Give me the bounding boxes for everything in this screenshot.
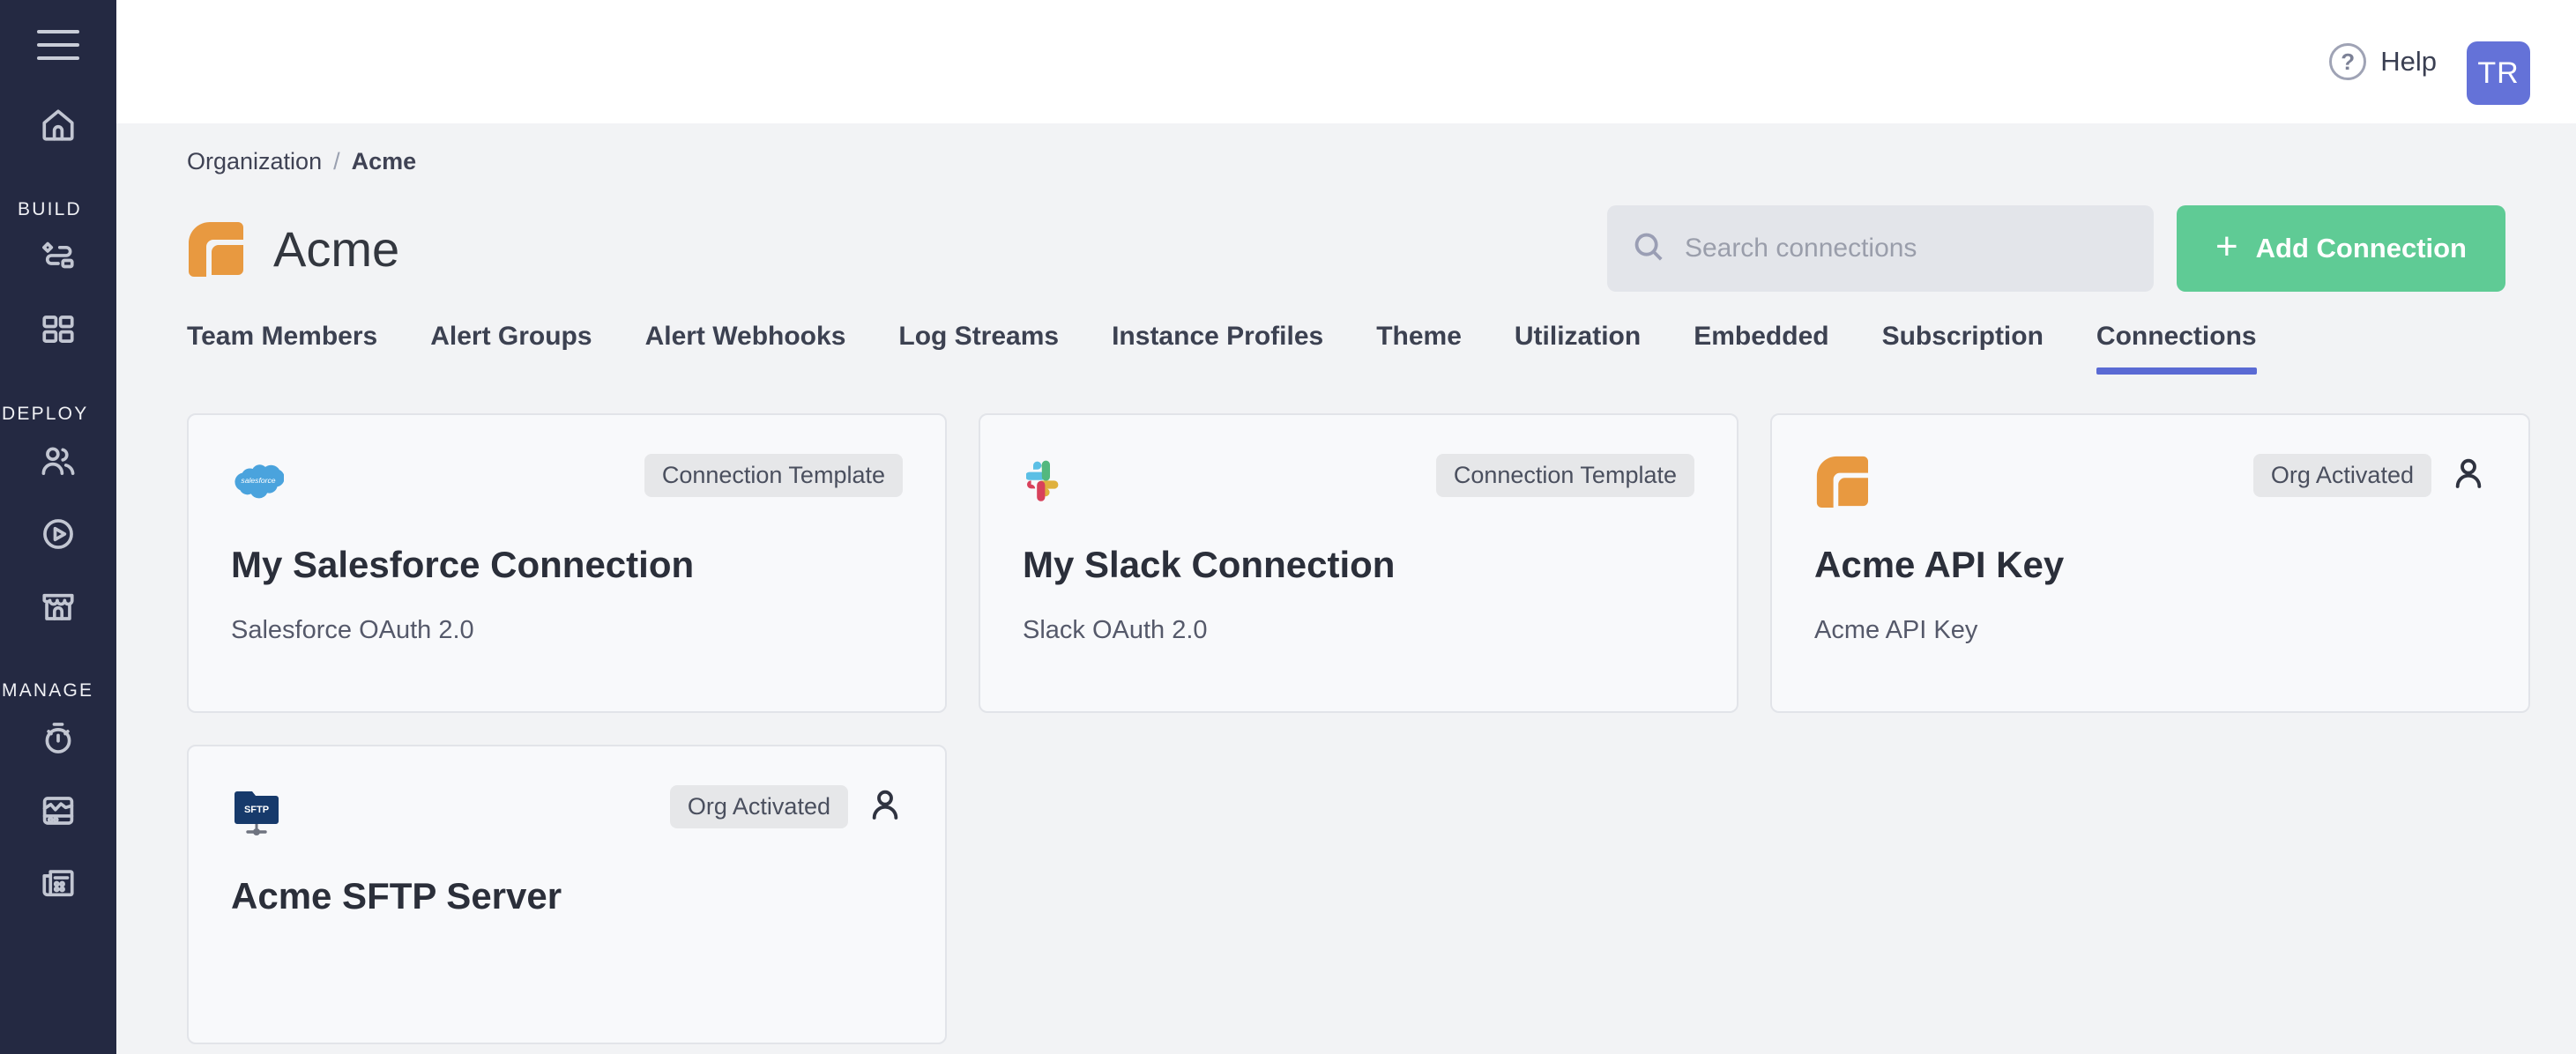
sidebar-section-deploy: DEPLOY [0,404,116,425]
status-badge: Org Activated [2253,454,2431,497]
salesforce-logo-icon: salesforce [231,454,286,508]
play-circle-icon [40,516,77,557]
tab-alert-groups[interactable]: Alert Groups [430,322,592,375]
tab-subscription[interactable]: Subscription [1882,322,2044,375]
search-icon [1632,230,1665,268]
hamburger-icon[interactable] [37,30,79,60]
tab-embedded[interactable]: Embedded [1694,322,1828,375]
sidebar-item-monitoring[interactable] [32,786,85,839]
help-label: Help [2380,46,2437,78]
title-left: Acme [187,220,399,278]
page-header: Organization / Acme Acme [116,123,2576,375]
card-title: Acme API Key [1814,544,2486,586]
question-circle-icon: ? [2329,43,2366,80]
avatar[interactable]: TR [2467,41,2530,105]
page-title: Acme [273,220,399,278]
connection-card[interactable]: SFTP Org Activated [187,745,947,1044]
tab-log-streams[interactable]: Log Streams [898,322,1059,375]
sidebar-item-customers[interactable] [32,437,85,490]
sidebar-item-integrations[interactable] [32,233,85,286]
acme-logo-icon [187,220,243,277]
sidebar-item-runtime[interactable] [32,714,85,767]
user-icon [867,787,903,827]
slack-logo-icon [1023,454,1077,508]
tab-theme[interactable]: Theme [1376,322,1462,375]
sftp-logo-icon: SFTP [231,785,286,840]
breadcrumb-current: Acme [352,148,417,175]
sidebar-item-logs[interactable] [32,858,85,911]
breadcrumb: Organization / Acme [187,148,2530,175]
tab-connections[interactable]: Connections [2096,322,2257,375]
sidebar-section-manage: MANAGE [0,680,116,701]
status-badge: Org Activated [670,785,848,828]
title-row: Acme + Add Connection [187,205,2530,292]
grid-icon [40,311,77,353]
tab-bar: Team Members Alert Groups Alert Webhooks… [187,322,2530,375]
card-header: SFTP Org Activated [231,785,903,840]
user-icon [2451,456,2486,495]
sidebar-item-marketplace[interactable] [32,582,85,635]
status-badge: Connection Template [1436,454,1694,497]
connection-card[interactable]: Org Activated Acme API Key Acme API Key [1770,413,2530,713]
sidebar-item-home[interactable] [32,100,85,153]
card-badges: Org Activated [670,785,903,828]
connections-grid: salesforce Connection Template My Salesf… [187,413,2530,1044]
sidebar: BUILD DEPLOY MANAGE [0,0,116,1054]
status-badge: Connection Template [644,454,903,497]
card-badges: Org Activated [2253,454,2486,497]
add-connection-label: Add Connection [2256,233,2467,264]
search-box[interactable] [1607,205,2154,292]
breadcrumb-separator: / [333,148,340,175]
card-badges: Connection Template [1436,454,1694,497]
svg-text:salesforce: salesforce [241,476,275,485]
breadcrumb-organization[interactable]: Organization [187,148,322,175]
card-header: salesforce Connection Template [231,454,903,508]
title-actions: + Add Connection [1607,205,2505,292]
main-region: ? Help TR Organization / Acme [116,0,2576,1054]
tab-instance-profiles[interactable]: Instance Profiles [1112,322,1323,375]
connection-card[interactable]: salesforce Connection Template My Salesf… [187,413,947,713]
news-icon [40,865,77,906]
sidebar-item-deployments[interactable] [32,509,85,562]
tab-team-members[interactable]: Team Members [187,322,377,375]
topbar: ? Help TR [116,0,2576,123]
storefront-icon [40,588,77,629]
plus-icon: + [2215,227,2238,266]
add-connection-button[interactable]: + Add Connection [2177,205,2505,292]
card-title: Acme SFTP Server [231,875,903,917]
connections-area: salesforce Connection Template My Salesf… [116,375,2576,1044]
card-title: My Salesforce Connection [231,544,903,586]
card-subtitle: Acme API Key [1814,616,2486,645]
app-root: BUILD DEPLOY MANAGE [0,0,2576,1054]
card-subtitle: Slack OAuth 2.0 [1023,616,1694,645]
stopwatch-icon [40,720,77,761]
card-header: Connection Template [1023,454,1694,508]
card-subtitle: Salesforce OAuth 2.0 [231,616,903,645]
svg-text:SFTP: SFTP [244,805,269,815]
card-header: Org Activated [1814,454,2486,508]
help-button[interactable]: ? Help [2329,43,2437,80]
users-icon [40,443,77,485]
content-region: Organization / Acme Acme [116,123,2576,1054]
tab-alert-webhooks[interactable]: Alert Webhooks [645,322,846,375]
tab-utilization[interactable]: Utilization [1515,322,1641,375]
home-icon [40,107,77,148]
sidebar-section-build: BUILD [0,199,116,220]
card-title: My Slack Connection [1023,544,1694,586]
flow-icon [40,239,77,280]
search-input[interactable] [1685,234,2129,264]
connection-card[interactable]: Connection Template My Slack Connection … [979,413,1738,713]
chart-panel-icon [40,792,77,834]
card-badges: Connection Template [644,454,903,497]
acme-logo-icon [1814,454,1869,508]
sidebar-item-components[interactable] [32,305,85,358]
